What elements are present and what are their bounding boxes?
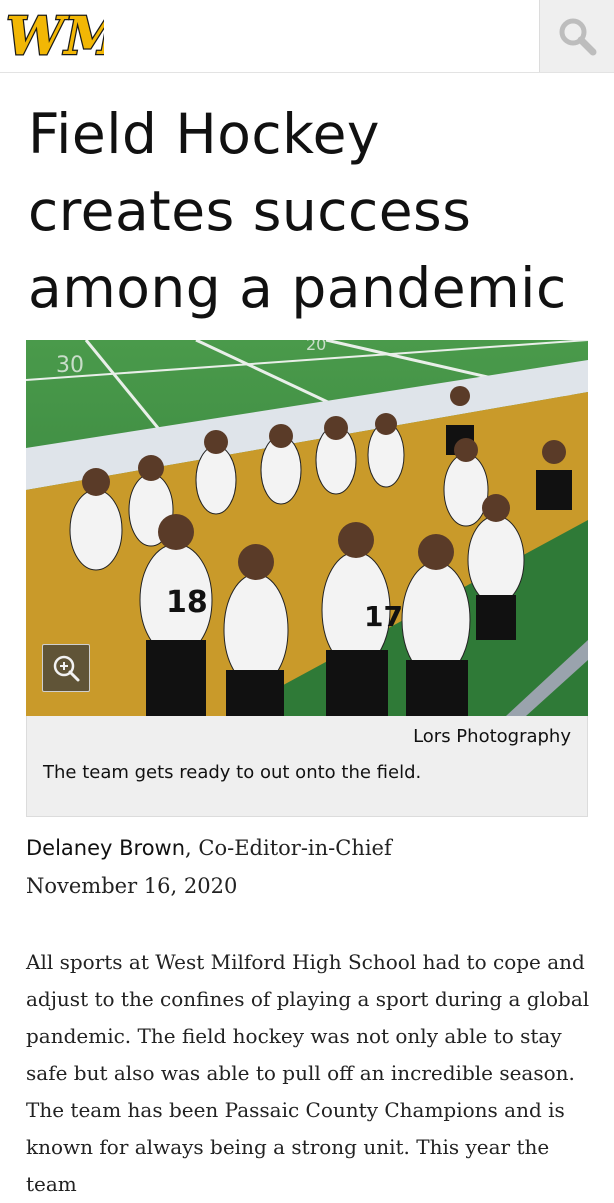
svg-text:30: 30: [56, 353, 84, 378]
search-button[interactable]: [539, 0, 614, 72]
svg-text:18: 18: [166, 585, 208, 620]
article-headline: Field Hockey creates success among a pan…: [28, 102, 567, 320]
article-body: All sports at West Milford High School h…: [26, 950, 590, 1196]
article-photo[interactable]: 30 20 18 17: [26, 340, 588, 716]
team-huddle-illustration: 30 20 18 17: [26, 340, 588, 716]
photo-caption: The team gets ready to out onto the fiel…: [43, 762, 422, 783]
logo-lettering: WM: [6, 6, 104, 67]
zoom-button[interactable]: [42, 644, 90, 692]
photo-caption-box: Lors Photography The team gets ready to …: [26, 716, 588, 817]
zoom-in-icon: [53, 655, 80, 682]
author-link[interactable]: Delaney Brown: [26, 836, 185, 860]
publish-date: November 16, 2020: [26, 874, 238, 898]
author-role: , Co-Editor-in-Chief: [185, 836, 392, 860]
photo-credit[interactable]: Lors Photography: [413, 726, 571, 747]
wm-logo-icon[interactable]: WM: [4, 2, 125, 69]
search-icon: [559, 18, 597, 56]
byline: Delaney Brown, Co-Editor-in-Chief: [26, 836, 392, 860]
top-navigation-bar: WM: [0, 0, 614, 73]
svg-text:17: 17: [364, 600, 403, 633]
svg-text:20: 20: [306, 340, 326, 354]
